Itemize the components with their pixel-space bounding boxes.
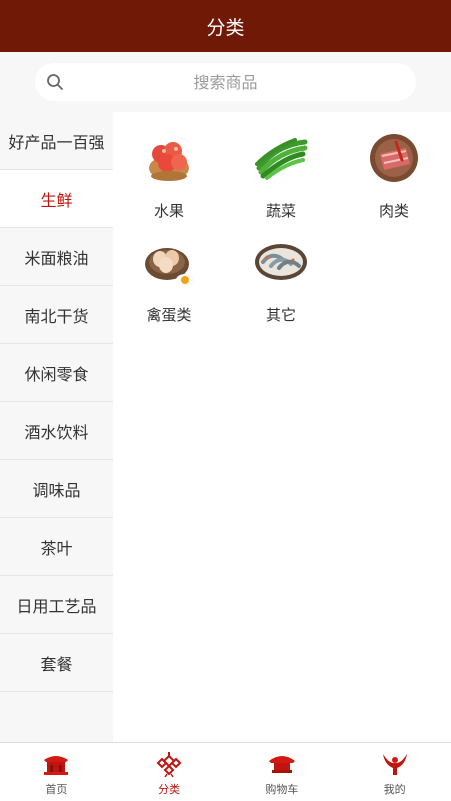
sidebar-item-condiments[interactable]: 调味品 bbox=[0, 460, 113, 518]
sidebar-item-tea[interactable]: 茶叶 bbox=[0, 518, 113, 576]
sidebar-item-crafts[interactable]: 日用工艺品 bbox=[0, 576, 113, 634]
sidebar-item-fresh[interactable]: 生鲜 bbox=[0, 170, 113, 228]
sidebar-item-label: 好产品一百强 bbox=[8, 132, 105, 152]
sidebar-item-label: 南北干货 bbox=[24, 306, 89, 326]
sidebar-item-dry-goods[interactable]: 南北干货 bbox=[0, 286, 113, 344]
tab-home[interactable]: 首页 bbox=[0, 743, 113, 801]
category-label: 蔬菜 bbox=[265, 202, 296, 220]
category-fruit[interactable]: 水果 bbox=[113, 130, 225, 221]
sidebar-item-label: 米面粮油 bbox=[24, 248, 89, 268]
top-bar: 分类 bbox=[0, 0, 451, 52]
sidebar-item-label: 日用工艺品 bbox=[16, 596, 97, 616]
meat-plate-image bbox=[370, 134, 418, 182]
tab-label: 首页 bbox=[45, 783, 68, 796]
sidebar-item-label: 生鲜 bbox=[40, 190, 73, 210]
tab-label: 分类 bbox=[158, 783, 181, 796]
tab-category[interactable]: 分类 bbox=[113, 743, 226, 801]
search-input[interactable] bbox=[35, 63, 416, 101]
page-title: 分类 bbox=[206, 16, 245, 39]
sidebar-item-top100[interactable]: 好产品一百强 bbox=[0, 112, 113, 170]
category-meat[interactable]: 肉类 bbox=[338, 130, 450, 221]
tab-label: 购物车 bbox=[265, 783, 299, 796]
bottom-tab-bar: 首页 分类 购物车 我的 bbox=[0, 742, 451, 801]
category-grid: 水果 蔬菜 肉类 禽蛋类 其它 bbox=[113, 112, 451, 742]
category-label: 其它 bbox=[265, 306, 296, 324]
category-knot-icon bbox=[156, 752, 182, 777]
sidebar-item-label: 酒水饮料 bbox=[24, 422, 89, 442]
search-box[interactable] bbox=[35, 63, 416, 101]
category-label: 水果 bbox=[153, 202, 184, 220]
sidebar-item-drinks[interactable]: 酒水饮料 bbox=[0, 402, 113, 460]
search-area bbox=[0, 52, 451, 112]
sidebar-item-snacks[interactable]: 休闲零食 bbox=[0, 344, 113, 402]
sidebar-item-label: 套餐 bbox=[40, 654, 73, 674]
tab-label: 我的 bbox=[383, 783, 406, 796]
sidebar-item-bundles[interactable]: 套餐 bbox=[0, 634, 113, 692]
tab-cart[interactable]: 购物车 bbox=[226, 743, 339, 801]
sidebar-item-label: 茶叶 bbox=[40, 538, 73, 558]
sidebar-item-label: 调味品 bbox=[32, 480, 81, 500]
sidebar-item-grain-oil[interactable]: 米面粮油 bbox=[0, 228, 113, 286]
category-other[interactable]: 其它 bbox=[225, 234, 337, 325]
green-beans-image bbox=[255, 138, 308, 180]
category-sidebar: 好产品一百强 生鲜 米面粮油 南北干货 休闲零食 酒水饮料 调味品 茶叶 日用工… bbox=[0, 112, 113, 742]
cart-roof-icon bbox=[268, 756, 295, 773]
eggs-basket-image bbox=[145, 248, 194, 286]
fruit-basket-image bbox=[149, 142, 189, 181]
category-vegetables[interactable]: 蔬菜 bbox=[225, 130, 337, 221]
app-root: 分类 好产品一百强 生鲜 米面粮油 南北干货 休闲零食 酒水饮料 调味品 茶叶 … bbox=[0, 0, 451, 801]
category-label: 肉类 bbox=[378, 202, 409, 220]
category-eggs[interactable]: 禽蛋类 bbox=[113, 234, 225, 325]
home-palace-icon bbox=[44, 756, 69, 775]
shrimp-plate-image bbox=[255, 244, 307, 280]
tab-profile[interactable]: 我的 bbox=[338, 743, 451, 801]
sidebar-item-label: 休闲零食 bbox=[24, 364, 89, 384]
profile-bird-icon bbox=[382, 754, 407, 775]
category-label: 禽蛋类 bbox=[146, 306, 192, 324]
search-icon bbox=[47, 74, 63, 90]
